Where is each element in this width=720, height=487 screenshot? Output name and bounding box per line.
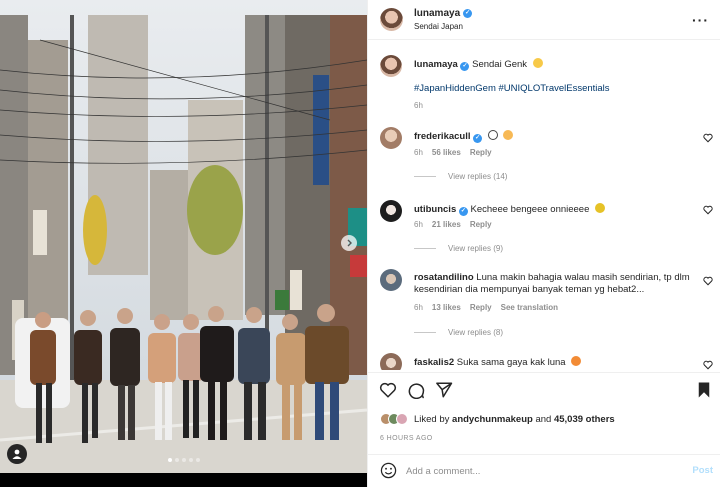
add-comment-bar: Post	[368, 454, 720, 487]
comment-username[interactable]: faskalis2	[414, 357, 454, 368]
caption-time: 6h	[414, 101, 423, 110]
comment-like-heart-icon[interactable]	[703, 360, 713, 370]
share-paper-plane-icon[interactable]	[435, 381, 453, 399]
comment-time: 6h	[414, 148, 423, 157]
comment-like-heart-icon[interactable]	[703, 133, 713, 143]
comment-input[interactable]	[406, 463, 676, 479]
reply-button[interactable]: Reply	[470, 148, 492, 157]
carousel-dot	[195, 458, 200, 462]
street-group-photo	[0, 0, 367, 487]
verified-badge-icon: ✓	[463, 9, 473, 18]
carousel-dot	[174, 458, 179, 462]
avatar[interactable]	[380, 55, 402, 77]
comment-time: 6h	[414, 303, 423, 312]
bee-emoji-icon	[595, 203, 606, 213]
caption-text: Sendai Genk	[472, 59, 528, 70]
view-replies-button[interactable]: View replies (9)	[414, 244, 503, 253]
post-actions: Liked by andychunmakeup and 45,039 other…	[368, 372, 720, 454]
avatar[interactable]	[380, 269, 402, 291]
view-replies-button[interactable]: View replies (8)	[414, 328, 503, 337]
comment-bubble-icon[interactable]	[407, 381, 425, 399]
comment-likes-count[interactable]: 13 likes	[432, 303, 461, 312]
like-heart-icon[interactable]	[379, 381, 397, 399]
comment-like-heart-icon[interactable]	[703, 205, 713, 215]
avatar[interactable]	[380, 127, 402, 149]
post-header: lunamaya ✓ Sendai Japan ···	[368, 0, 720, 40]
liker-avatars[interactable]	[380, 413, 408, 425]
carousel-dot	[181, 458, 186, 462]
avatar[interactable]	[380, 353, 402, 370]
see-translation-button[interactable]: See translation	[501, 303, 558, 312]
comment-text: Suka sama gaya kak luna	[456, 357, 566, 368]
verified-badge-icon: ✓	[473, 134, 483, 143]
post-comment-button[interactable]: Post	[692, 465, 713, 476]
verified-badge-icon: ✓	[458, 207, 468, 216]
reply-button[interactable]: Reply	[470, 303, 492, 312]
heart-eyes-emoji-icon	[571, 356, 582, 366]
post-photo[interactable]	[0, 0, 367, 487]
view-replies-button[interactable]: View replies (14)	[414, 172, 507, 181]
likes-and-label: and	[535, 413, 552, 425]
comment-username[interactable]: utibuncis	[414, 204, 456, 215]
likes-others-count[interactable]: 45,039 others	[554, 414, 615, 425]
comment-likes-count[interactable]: 21 likes	[432, 220, 461, 229]
more-options-icon[interactable]: ···	[692, 12, 709, 28]
avatar[interactable]	[380, 8, 403, 31]
carousel-next-button[interactable]	[341, 235, 357, 251]
post-timestamp[interactable]: 6 HOURS AGO	[380, 435, 433, 442]
comment-username[interactable]: frederikacull	[414, 131, 471, 142]
post-detail-panel: lunamaya ✓ Sendai Japan ··· lunamaya ✓ S…	[367, 0, 720, 487]
avatar	[396, 413, 408, 425]
carousel-dot	[188, 458, 193, 462]
smiling-face-emoji-icon	[532, 58, 543, 68]
comment-likes-count[interactable]: 56 likes	[432, 148, 461, 157]
white-heart-emoji-icon	[487, 130, 498, 140]
save-bookmark-icon[interactable]	[696, 381, 712, 399]
carousel-dot	[167, 458, 172, 462]
reply-button[interactable]: Reply	[470, 220, 492, 229]
emoji-picker-icon[interactable]	[380, 462, 397, 479]
heart-eyes-emoji-icon	[503, 130, 514, 140]
post-location[interactable]: Sendai Japan	[414, 22, 463, 31]
liked-by-label: Liked by	[414, 413, 450, 425]
chevron-right-icon	[347, 239, 352, 247]
carousel-indicator	[0, 458, 367, 462]
likes-summary: Liked by andychunmakeup and 45,039 other…	[380, 413, 615, 425]
liked-by-user[interactable]: andychunmakeup	[452, 414, 533, 425]
verified-badge-icon: ✓	[460, 62, 470, 71]
comment-text: Kecheee bengeee onnieeee	[470, 204, 590, 215]
header-username[interactable]: lunamaya ✓	[414, 8, 473, 19]
avatar[interactable]	[380, 200, 402, 222]
caption-hashtags[interactable]: #JapanHiddenGem #UNIQLOTravelEssentials	[414, 83, 694, 95]
comment-like-heart-icon[interactable]	[703, 276, 713, 286]
comment-username[interactable]: rosatandilino	[414, 272, 474, 283]
caption-username[interactable]: lunamaya	[414, 59, 458, 70]
comments-list[interactable]: lunamaya ✓ Sendai Genk #JapanHiddenGem #…	[368, 40, 720, 370]
comment-time: 6h	[414, 220, 423, 229]
